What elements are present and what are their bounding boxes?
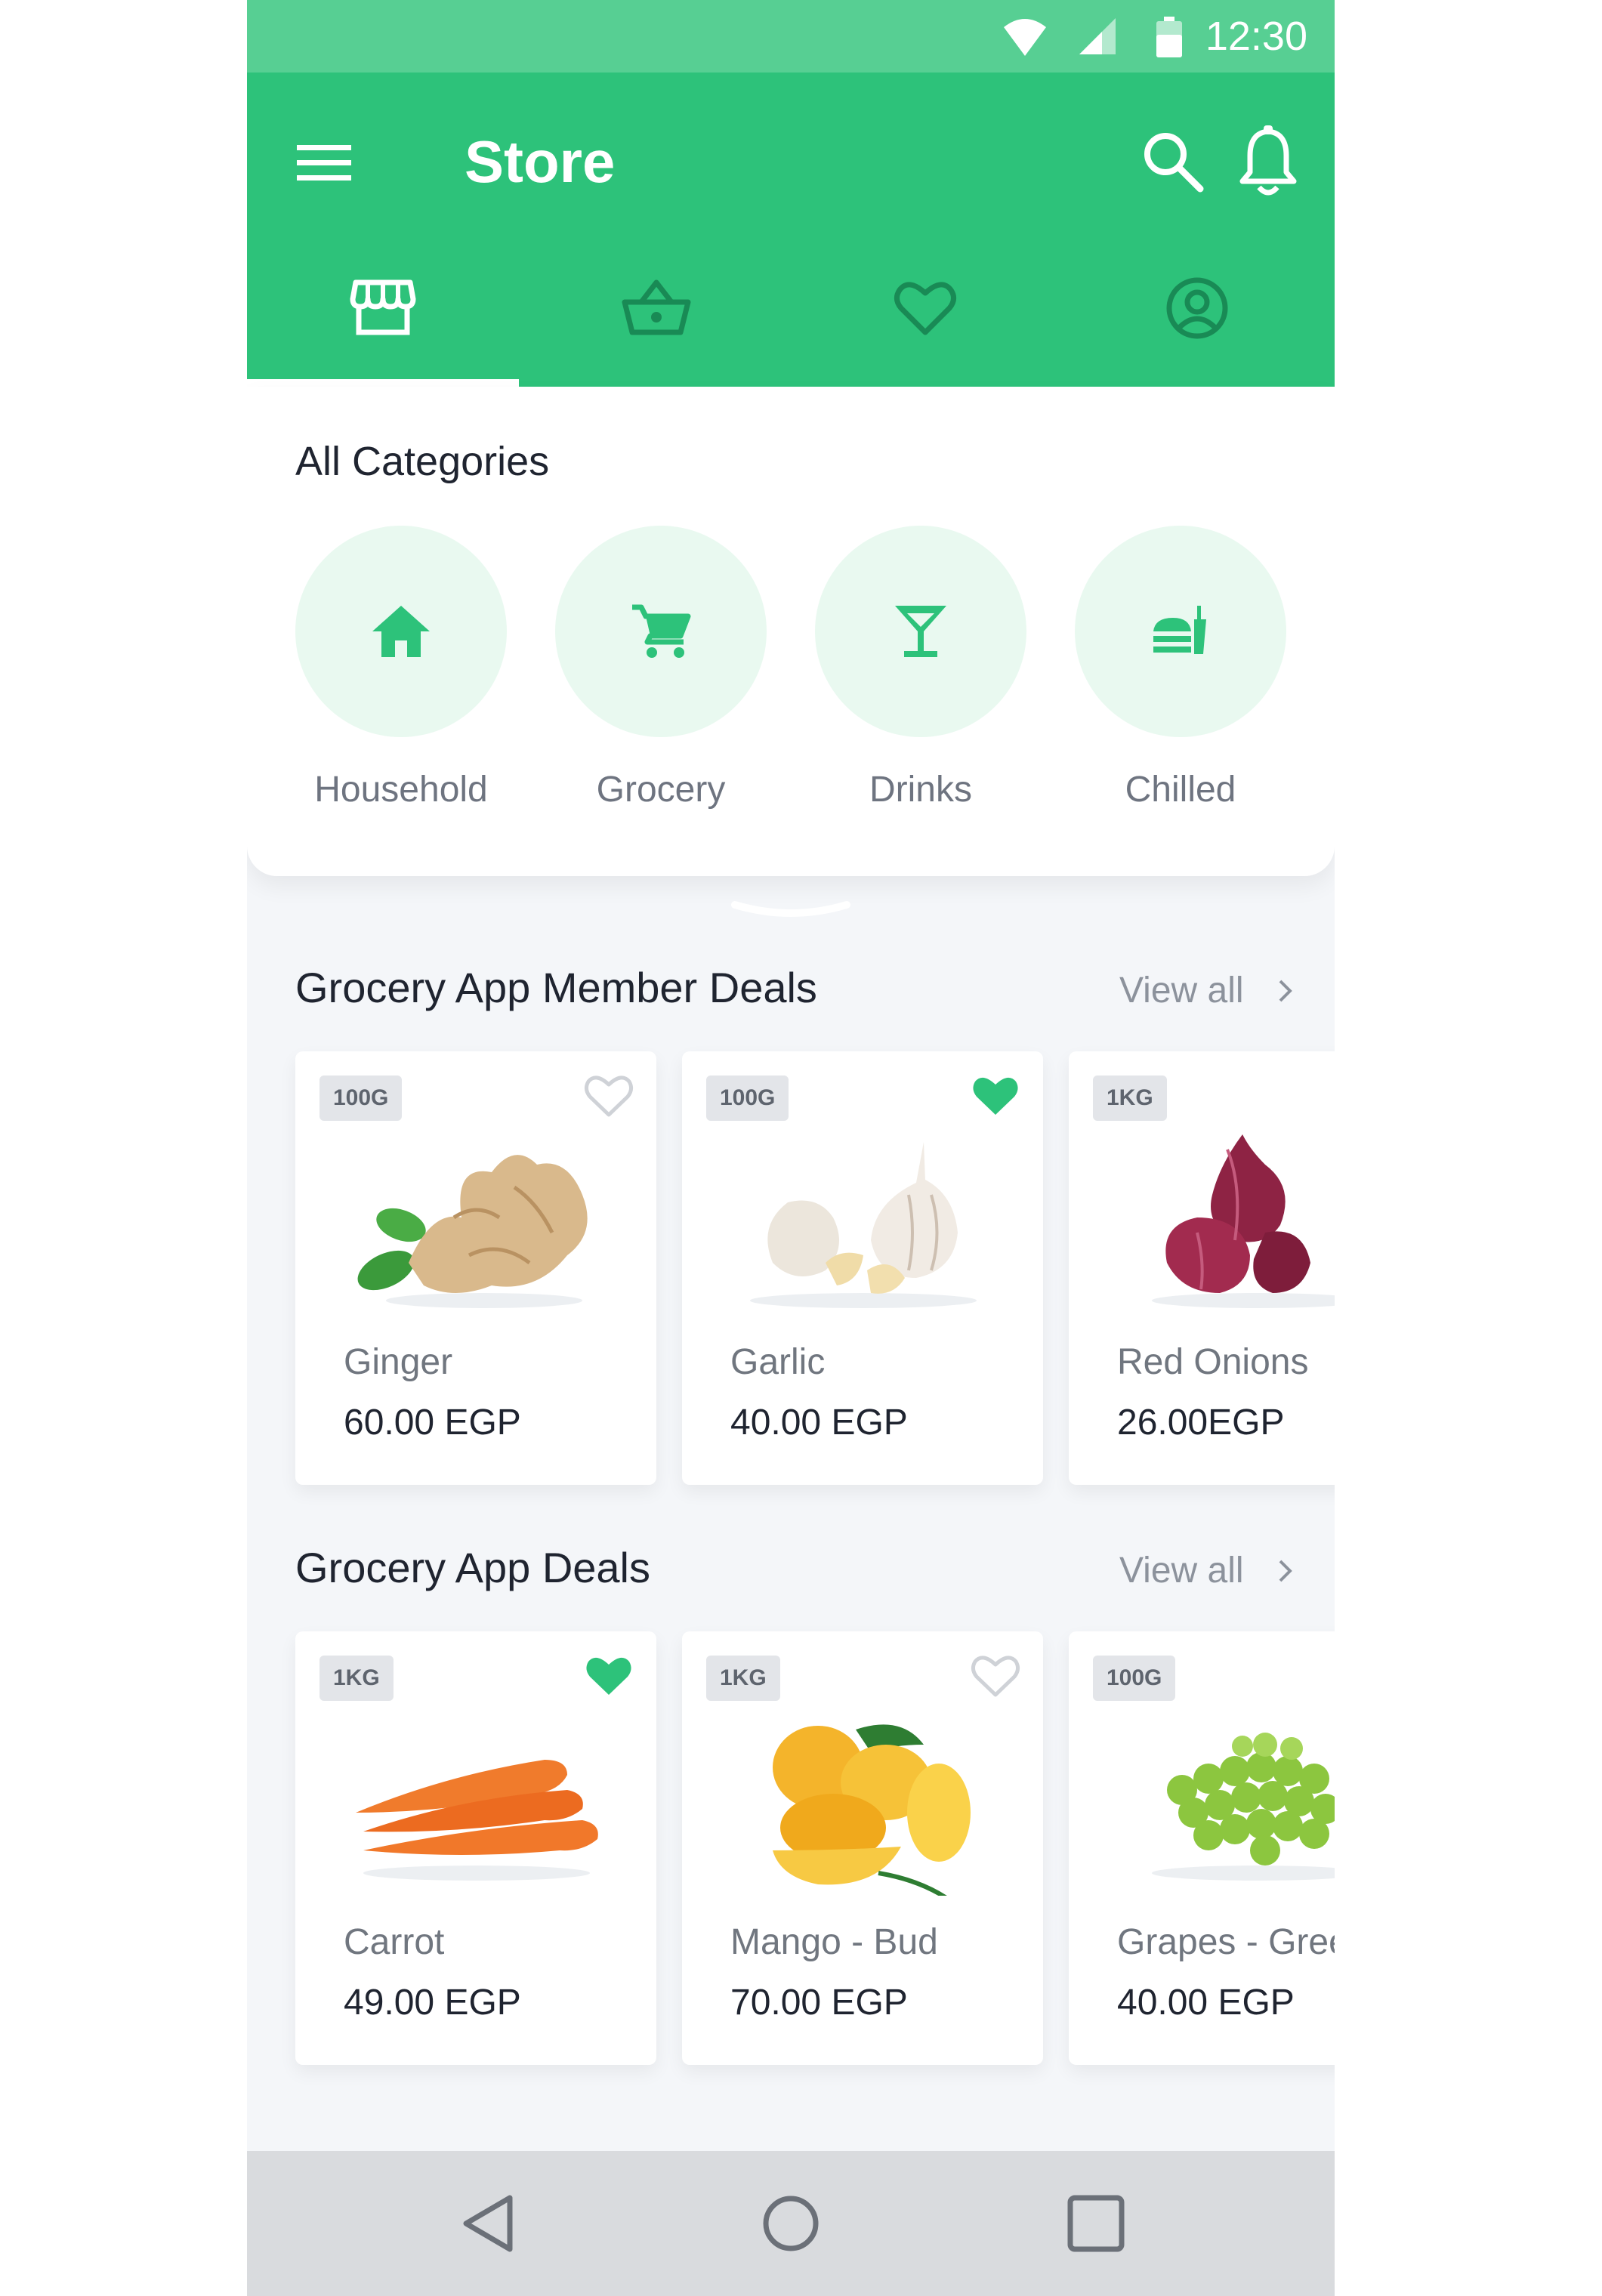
tab-account[interactable] [1063, 255, 1335, 384]
category-circle [815, 526, 1026, 737]
garlic-image [750, 1142, 977, 1308]
category-label: Household [314, 770, 488, 810]
product-price: 40.00 EGP [1117, 1983, 1295, 2023]
back-icon[interactable] [458, 2193, 519, 2254]
chevron-right-icon [1279, 980, 1292, 1002]
weight-badge: 1KG [319, 1656, 394, 1701]
store-icon [350, 279, 416, 335]
category-circle [295, 526, 507, 737]
heart-filled-icon[interactable] [584, 1653, 634, 1698]
product-name: Ginger [344, 1342, 453, 1382]
status-bar: 12:30 [247, 0, 1335, 73]
red-onions-image [1152, 1134, 1335, 1308]
food-icon [1153, 606, 1206, 654]
product-name: Red Onions [1117, 1342, 1309, 1382]
category-drinks[interactable]: Drinks [809, 526, 1028, 828]
collapse-handle[interactable] [730, 899, 851, 918]
product-name: Carrot [344, 1922, 445, 1962]
system-nav-bar [247, 2151, 1335, 2296]
recents-icon[interactable] [1066, 2193, 1126, 2254]
category-label: Grocery [596, 770, 726, 810]
carrot-image [356, 1760, 598, 1881]
view-all-label: View all [1119, 1551, 1244, 1591]
category-chilled[interactable]: Chilled [1069, 526, 1288, 828]
view-all-link[interactable]: View all [1119, 967, 1292, 1015]
section-title: Grocery App Member Deals [295, 964, 817, 1011]
tab-store[interactable] [247, 255, 519, 384]
heart-icon [894, 282, 956, 335]
cocktail-icon [895, 606, 946, 657]
category-circle [1075, 526, 1286, 737]
app-bar: Store [247, 73, 1335, 387]
product-price: 49.00 EGP [344, 1983, 521, 2023]
view-all-label: View all [1119, 971, 1244, 1011]
tab-indicator [247, 379, 519, 387]
category-label: Chilled [1125, 770, 1236, 810]
weight-badge: 100G [319, 1075, 403, 1121]
search-icon[interactable] [1140, 128, 1205, 193]
wifi-icon [1004, 19, 1046, 56]
product-name: Garlic [730, 1342, 826, 1382]
category-grocery[interactable]: Grocery [549, 526, 768, 828]
bell-icon[interactable] [1236, 125, 1300, 196]
heart-outline-icon[interactable] [584, 1072, 634, 1118]
heart-filled-icon[interactable] [971, 1072, 1020, 1118]
product-card[interactable]: 100G Ginger 60.00 EGP [295, 1051, 656, 1485]
section-title: Grocery App Deals [295, 1544, 650, 1591]
weight-badge: 1KG [706, 1656, 780, 1701]
weight-badge: 100G [1093, 1656, 1176, 1701]
categories-heading: All Categories [295, 439, 550, 484]
basket-icon [622, 279, 691, 335]
product-price: 60.00 EGP [344, 1403, 521, 1443]
product-card[interactable]: 1KG Red Onions 26.00EGP [1069, 1051, 1335, 1485]
product-price: 26.00EGP [1117, 1403, 1285, 1443]
product-name: Grapes - Green [1117, 1922, 1335, 1962]
status-time: 12:30 [1205, 14, 1307, 59]
page-title: Store [465, 128, 616, 195]
product-card[interactable]: 100G Grapes - Green 40.00 EGP [1069, 1631, 1335, 2065]
account-icon [1166, 277, 1228, 339]
signal-icon [1079, 18, 1116, 54]
cart-icon [632, 604, 691, 658]
heart-outline-icon[interactable] [971, 1653, 1020, 1698]
home-circle-icon[interactable] [761, 2193, 821, 2254]
product-name: Mango - Bud [730, 1922, 938, 1962]
product-price: 40.00 EGP [730, 1403, 908, 1443]
tab-basket[interactable] [519, 255, 791, 384]
tab-favorites[interactable] [791, 255, 1063, 384]
product-card[interactable]: 100G Garlic 40.00 EGP [682, 1051, 1043, 1485]
grapes-image [1152, 1733, 1335, 1881]
category-household[interactable]: Household [289, 526, 508, 828]
phone-screen: 12:30 Store All Categories Household Gro… [247, 0, 1335, 2296]
categories-panel: All Categories Household Grocery Drinks … [247, 387, 1335, 876]
menu-icon[interactable] [294, 139, 354, 187]
product-card[interactable]: 1KG Carrot 49.00 EGP [295, 1631, 656, 2065]
product-card[interactable]: 1KG Mango - Bud 70.00 EGP [682, 1631, 1043, 2065]
category-circle [555, 526, 767, 737]
weight-badge: 100G [706, 1075, 789, 1121]
home-icon [372, 606, 430, 657]
weight-badge: 1KG [1093, 1075, 1167, 1121]
view-all-link[interactable]: View all [1119, 1547, 1292, 1595]
chevron-right-icon [1279, 1560, 1292, 1582]
battery-icon [1156, 17, 1182, 57]
category-label: Drinks [869, 770, 972, 810]
product-price: 70.00 EGP [730, 1983, 908, 2023]
ginger-image [357, 1155, 588, 1308]
mango-image [773, 1724, 971, 1896]
